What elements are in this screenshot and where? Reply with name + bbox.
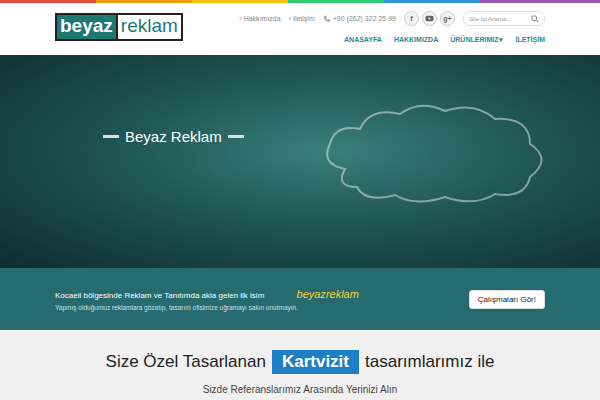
nav-item[interactable]: İLETİŞİM: [515, 36, 545, 44]
header-right: ›Hakkımızda ›İletişim +90 (262) 322 25 99 f…: [239, 11, 545, 44]
search-placeholder: Site İçi Arama...: [469, 16, 511, 22]
logo-right: reklam: [116, 15, 181, 39]
search-field[interactable]: Site İçi Arama...: [463, 11, 545, 26]
band-lead: Kocaeli bölgesinde Reklam ve Tanıtımda a…: [55, 288, 365, 302]
social-links: f g+: [404, 11, 455, 26]
top-link[interactable]: ›İletişim: [289, 15, 315, 22]
hero-slider: Beyaz Reklam: [0, 55, 600, 268]
hero-caption: Beyaz Reklam: [103, 128, 244, 145]
promo-after: tasarımlarımız ile: [365, 352, 494, 372]
brand-second: reklam: [326, 288, 359, 300]
page: beyazreklam›Hakkımızda›İletişim+90 (262)…: [0, 0, 600, 400]
arrow-icon: ›: [289, 15, 291, 22]
promo-section: Size Özel Tasarlanan Kartvizit tasarımları…: [0, 330, 600, 395]
social-button[interactable]: [422, 11, 437, 26]
caption-line: [103, 135, 119, 138]
band-sub: Yapmış olduğumuz reklamlara gözatıp, tas…: [55, 304, 365, 311]
social-glyph: f: [410, 15, 412, 22]
promo-highlight: Kartvizit: [272, 350, 359, 374]
youtube-icon: [425, 14, 434, 23]
works-button[interactable]: Çalışmaları Gör!: [469, 290, 545, 309]
dropdown-icon: ▾: [499, 36, 503, 43]
logo[interactable]: beyazreklam: [55, 13, 183, 41]
social-glyph: g+: [443, 15, 451, 22]
caption-line: [228, 135, 244, 138]
nav-item[interactable]: HAKKIMIZDA: [394, 36, 438, 44]
top-link[interactable]: ›Hakkımızda: [239, 15, 280, 22]
social-button[interactable]: f: [404, 11, 419, 26]
cloud-icon: [315, 99, 555, 209]
nav-item[interactable]: ANASAYFA: [344, 36, 382, 44]
promo-subtitle: Sizde Referanslarımız Arasında Yerinizi …: [0, 384, 600, 395]
promo-title: Size Özel Tasarlanan Kartvizit tasarımları…: [0, 350, 600, 374]
phone: +90 (262) 322 25 99: [323, 15, 396, 23]
phone-icon: [323, 15, 331, 23]
info-band: Kocaeli bölgesinde Reklam ve Tanıtımda a…: [0, 268, 600, 330]
magnifier-icon: [531, 15, 539, 23]
social-button[interactable]: g+: [440, 11, 455, 26]
nav-item[interactable]: ÜRÜNLERIMIZ▾: [450, 36, 503, 44]
top-bar: ›Hakkımızda ›İletişim +90 (262) 322 25 99 f…: [239, 11, 545, 26]
promo-before: Size Özel Tasarlanan: [106, 352, 266, 372]
caption-text: Beyaz Reklam: [125, 128, 222, 145]
logo-left: beyaz: [57, 15, 116, 39]
arrow-icon: ›: [239, 15, 241, 22]
header: beyazreklam ›Hakkımızda ›İletişim +90 (262)…: [0, 3, 600, 55]
main-nav: ANASAYFA HAKKIMIZDA ÜRÜNLERIMIZ▾ İLETİŞİM: [344, 36, 545, 44]
brand-first: beyaz: [297, 288, 326, 300]
band-text: Kocaeli bölgesinde Reklam ve Tanıtımda a…: [55, 288, 365, 311]
